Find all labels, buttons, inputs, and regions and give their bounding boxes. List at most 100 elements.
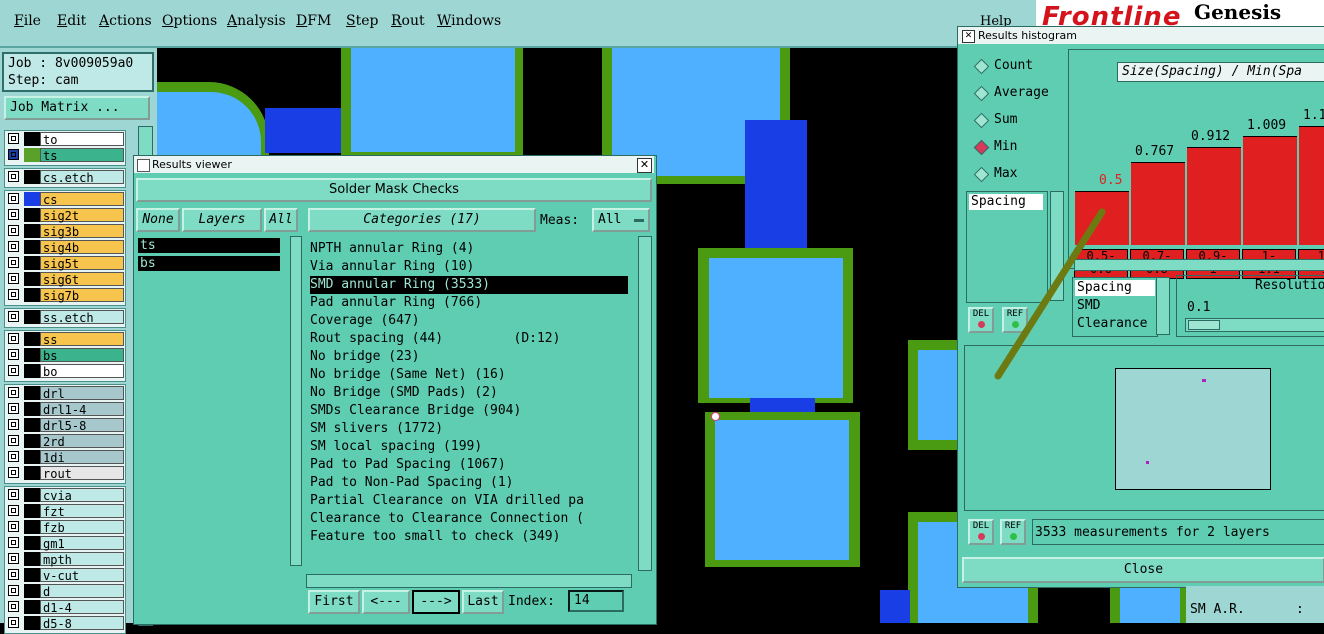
layer-color-swatch[interactable]: [24, 310, 40, 324]
layer-row[interactable]: gm1: [8, 536, 124, 551]
meas-dropdown[interactable]: All: [592, 208, 650, 232]
layer-color-swatch[interactable]: [24, 208, 40, 222]
layer-row[interactable]: cvia: [8, 488, 124, 503]
layer-checkbox[interactable]: [8, 349, 19, 360]
layer-checkbox[interactable]: [8, 273, 19, 284]
layer-checkbox[interactable]: [8, 133, 19, 144]
layer-row[interactable]: d5-8: [8, 616, 124, 631]
layer-color-swatch[interactable]: [24, 240, 40, 254]
layer-checkbox[interactable]: [8, 333, 19, 344]
category-item[interactable]: SM local spacing (199): [310, 438, 482, 456]
category-item[interactable]: Pad to Pad Spacing (1067): [310, 456, 506, 474]
layer-color-swatch[interactable]: [24, 192, 40, 206]
histogram-bar[interactable]: [1299, 126, 1324, 245]
histogram-bar[interactable]: [1131, 162, 1185, 245]
layer-checkbox[interactable]: [8, 419, 19, 430]
prev-button[interactable]: <---: [362, 590, 410, 614]
slider-thumb[interactable]: [1188, 320, 1220, 330]
layer-checkbox[interactable]: [8, 521, 19, 532]
layer-checkbox[interactable]: [8, 435, 19, 446]
none-button[interactable]: None: [136, 208, 180, 232]
layer-row[interactable]: ts: [8, 148, 124, 163]
layer-row[interactable]: bo: [8, 364, 124, 379]
layer-row[interactable]: drl5-8: [8, 418, 124, 433]
category-item[interactable]: Via annular Ring (10): [310, 258, 474, 276]
layer-color-swatch[interactable]: [24, 504, 40, 518]
layer-color-swatch[interactable]: [24, 402, 40, 416]
category-item[interactable]: NPTH annular Ring (4): [310, 240, 474, 258]
layer-row[interactable]: 1di: [8, 450, 124, 465]
type-scrollbar[interactable]: [1156, 277, 1170, 335]
resolution-slider[interactable]: [1185, 318, 1324, 332]
close-icon[interactable]: ✕: [962, 30, 975, 43]
layer-color-swatch[interactable]: [24, 450, 40, 464]
layer-row[interactable]: to: [8, 132, 124, 147]
menu-step[interactable]: Step: [346, 13, 378, 29]
layer-color-swatch[interactable]: [24, 584, 40, 598]
result-layer-item[interactable]: ts: [138, 238, 280, 253]
category-scrollbar[interactable]: [638, 236, 652, 571]
first-button[interactable]: First: [308, 590, 360, 614]
category-item[interactable]: No bridge (Same Net) (16): [310, 366, 506, 384]
close-button[interactable]: Close: [962, 557, 1324, 583]
layer-row[interactable]: ss: [8, 332, 124, 347]
layer-checkbox[interactable]: [8, 467, 19, 478]
layer-color-swatch[interactable]: [24, 616, 40, 630]
layer-row[interactable]: v-cut: [8, 568, 124, 583]
layer-color-swatch[interactable]: [24, 348, 40, 362]
layer-color-swatch[interactable]: [24, 288, 40, 302]
last-button[interactable]: Last: [462, 590, 504, 614]
layer-color-swatch[interactable]: [24, 536, 40, 550]
layer-checkbox[interactable]: [8, 209, 19, 220]
layer-checkbox[interactable]: [8, 149, 19, 160]
menu-rout[interactable]: Rout: [391, 13, 425, 29]
layer-checkbox[interactable]: [8, 241, 19, 252]
category-item[interactable]: Rout spacing (44) (D:12): [310, 330, 560, 348]
menu-options[interactable]: Options: [162, 13, 217, 29]
category-item[interactable]: Feature too small to check (349): [310, 528, 560, 546]
layer-color-swatch[interactable]: [24, 364, 40, 378]
layer-checkbox[interactable]: [8, 365, 19, 376]
layer-color-swatch[interactable]: [24, 256, 40, 270]
close-icon[interactable]: ✕: [637, 158, 652, 173]
layer-results-scrollbar[interactable]: [290, 236, 302, 566]
layer-color-swatch[interactable]: [24, 148, 40, 162]
layer-checkbox[interactable]: [8, 171, 19, 182]
all-button[interactable]: All: [264, 208, 298, 232]
histogram-bar[interactable]: [1187, 147, 1241, 245]
layer-color-swatch[interactable]: [24, 332, 40, 346]
layer-row[interactable]: drl: [8, 386, 124, 401]
layers-button[interactable]: Layers: [182, 208, 262, 232]
layer-row[interactable]: mpth: [8, 552, 124, 567]
category-hscrollbar[interactable]: [306, 574, 632, 588]
layer-row[interactable]: fzb: [8, 520, 124, 535]
index-input[interactable]: 14: [568, 590, 624, 612]
layer-checkbox[interactable]: [8, 311, 19, 322]
layer-color-swatch[interactable]: [24, 386, 40, 400]
layer-row[interactable]: rout: [8, 466, 124, 481]
layer-row[interactable]: fzt: [8, 504, 124, 519]
layer-color-swatch[interactable]: [24, 434, 40, 448]
layer-row[interactable]: sig5t: [8, 256, 124, 271]
layer-row[interactable]: ss.etch: [8, 310, 124, 325]
layer-checkbox[interactable]: [8, 225, 19, 236]
solder-mask-header[interactable]: Solder Mask Checks: [136, 178, 652, 202]
ref-button[interactable]: REF: [1000, 519, 1026, 545]
category-item[interactable]: SMD annular Ring (3533): [310, 276, 628, 294]
layer-row[interactable]: sig3b: [8, 224, 124, 239]
category-item[interactable]: Partial Clearance on VIA drilled pa: [310, 492, 584, 510]
layer-checkbox[interactable]: [8, 451, 19, 462]
layer-color-swatch[interactable]: [24, 488, 40, 502]
layer-color-swatch[interactable]: [24, 552, 40, 566]
category-item[interactable]: Pad annular Ring (766): [310, 294, 482, 312]
layer-color-swatch[interactable]: [24, 272, 40, 286]
layer-checkbox[interactable]: [8, 289, 19, 300]
layer-row[interactable]: 2rd: [8, 434, 124, 449]
layer-checkbox[interactable]: [8, 505, 19, 516]
layer-color-swatch[interactable]: [24, 132, 40, 146]
layer-checkbox[interactable]: [8, 569, 19, 580]
layer-row[interactable]: cs: [8, 192, 124, 207]
next-button[interactable]: --->: [412, 590, 460, 614]
layer-row[interactable]: d: [8, 584, 124, 599]
menu-dfm[interactable]: DFM: [296, 13, 331, 29]
